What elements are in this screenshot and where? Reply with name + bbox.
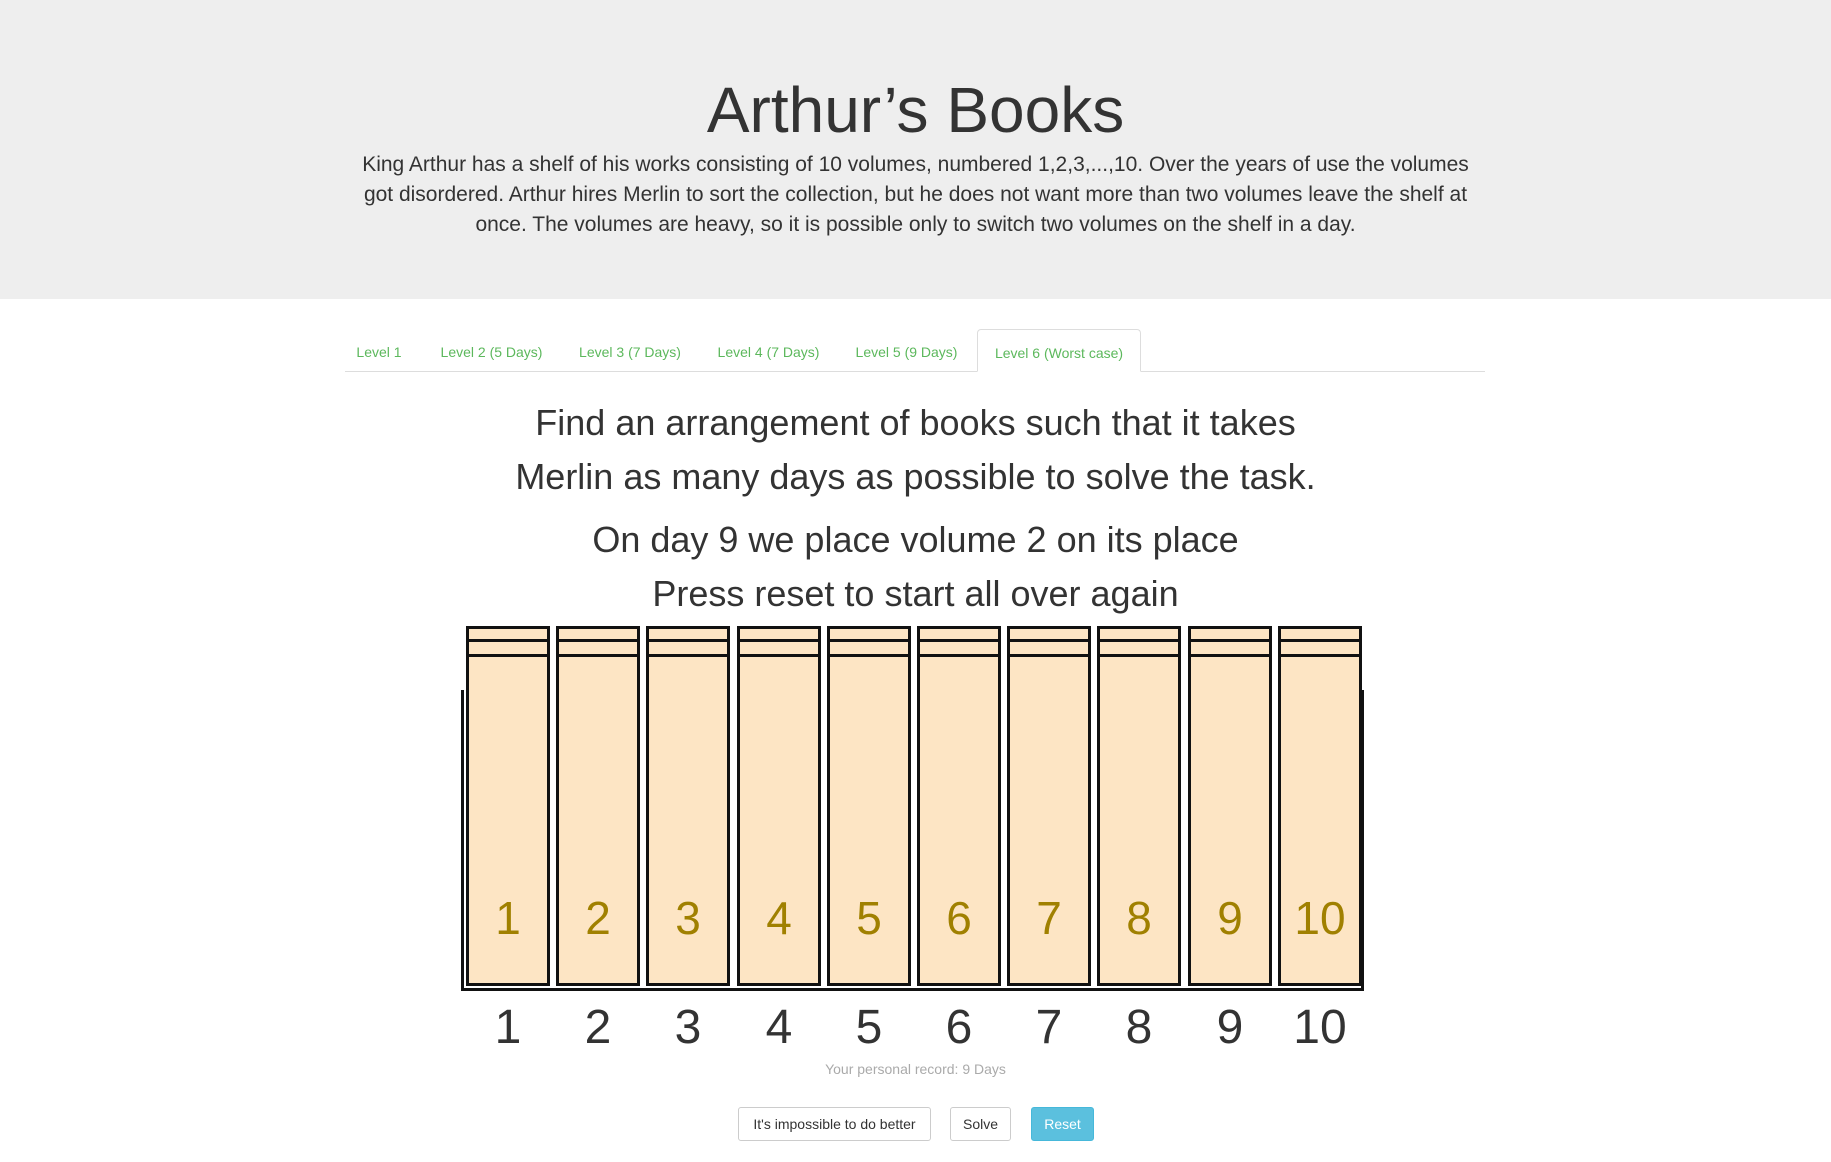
book-top-band xyxy=(649,654,727,657)
page-header: Arthur’s Books King Arthur has a shelf o… xyxy=(0,0,1831,299)
tab-level-6[interactable]: Level 6 (Worst case) xyxy=(977,329,1141,372)
book-top-band xyxy=(469,654,547,657)
book-volume-3[interactable]: 3 xyxy=(646,626,730,986)
book-volume-10[interactable]: 10 xyxy=(1278,626,1362,986)
book-top-band xyxy=(1191,654,1269,657)
book-number: 3 xyxy=(675,892,701,944)
book-top-band xyxy=(830,654,908,657)
book-number: 4 xyxy=(766,892,792,944)
position-label: 8 xyxy=(1125,1001,1153,1054)
position-label: 6 xyxy=(945,1001,973,1054)
book-top-band xyxy=(469,639,547,642)
book-volume-2[interactable]: 2 xyxy=(556,626,640,986)
book-top-band xyxy=(1100,639,1178,642)
level-tabs: Level 1 Level 2 (5 Days) Level 3 (7 Days… xyxy=(345,329,1485,372)
book-volume-9[interactable]: 9 xyxy=(1188,626,1272,986)
page-title: Arthur’s Books xyxy=(706,74,1125,146)
intro-text: King Arthur has a shelf of his works con… xyxy=(362,153,1469,236)
impossible-button[interactable]: It's impossible to do better xyxy=(738,1107,931,1141)
book-volume-4[interactable]: 4 xyxy=(737,626,821,986)
reset-hint: Press reset to start all over again xyxy=(652,573,1179,614)
task-line-2: Merlin as many days as possible to solve… xyxy=(515,456,1316,497)
book-volume-5[interactable]: 5 xyxy=(827,626,911,986)
personal-record: Your personal record: 9 Days xyxy=(825,1061,1006,1077)
book-top-band xyxy=(1191,639,1269,642)
position-label: 3 xyxy=(674,1001,702,1054)
tab-level-5[interactable]: Level 5 (9 Days) xyxy=(844,329,969,370)
book-top-band xyxy=(1281,654,1359,657)
book-top-band xyxy=(649,639,727,642)
position-label: 5 xyxy=(855,1001,883,1054)
book-top-band xyxy=(830,639,908,642)
solve-button[interactable]: Solve xyxy=(950,1107,1011,1141)
book-number: 5 xyxy=(856,892,882,944)
book-volume-6[interactable]: 6 xyxy=(917,626,1001,986)
position-label: 1 xyxy=(494,1001,522,1054)
position-label: 4 xyxy=(765,1001,793,1054)
book-volume-1[interactable]: 1 xyxy=(466,626,550,986)
book-number: 2 xyxy=(585,892,611,944)
task-line-1: Find an arrangement of books such that i… xyxy=(535,402,1296,443)
book-top-band xyxy=(920,639,998,642)
position-label: 10 xyxy=(1293,1001,1347,1054)
book-top-band xyxy=(920,654,998,657)
book-top-band xyxy=(559,654,637,657)
book-top-band xyxy=(1010,639,1088,642)
book-number: 9 xyxy=(1217,892,1243,944)
book-number: 6 xyxy=(946,892,972,944)
book-top-band xyxy=(740,639,818,642)
tab-level-2[interactable]: Level 2 (5 Days) xyxy=(429,329,554,370)
task-description: Find an arrangement of books such that i… xyxy=(345,396,1486,504)
tab-level-3[interactable]: Level 3 (7 Days) xyxy=(568,329,692,370)
reset-button[interactable]: Reset xyxy=(1031,1107,1094,1141)
book-top-band xyxy=(1010,654,1088,657)
book-top-band xyxy=(1281,639,1359,642)
book-volume-8[interactable]: 8 xyxy=(1097,626,1181,986)
book-number: 7 xyxy=(1036,892,1062,944)
book-number: 8 xyxy=(1126,892,1152,944)
position-label: 9 xyxy=(1216,1001,1244,1054)
position-label: 7 xyxy=(1035,1001,1063,1054)
book-top-band xyxy=(559,639,637,642)
book-number: 1 xyxy=(495,892,521,944)
position-label: 2 xyxy=(584,1001,612,1054)
book-number: 10 xyxy=(1294,892,1346,944)
tab-level-1[interactable]: Level 1 xyxy=(345,329,413,370)
book-volume-7[interactable]: 7 xyxy=(1007,626,1091,986)
book-top-band xyxy=(1100,654,1178,657)
status-message: On day 9 we place volume 2 on its place xyxy=(592,519,1239,560)
book-top-band xyxy=(740,654,818,657)
tab-level-4[interactable]: Level 4 (7 Days) xyxy=(706,329,831,370)
